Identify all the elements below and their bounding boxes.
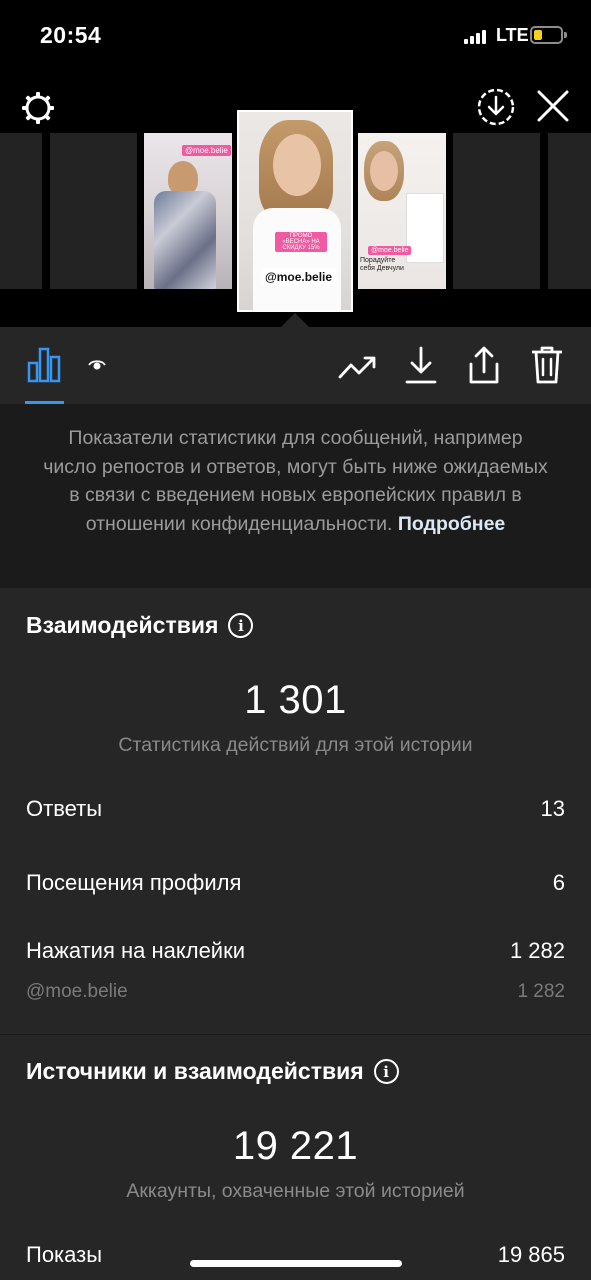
interactions-total: 1 301 bbox=[244, 678, 347, 722]
selection-pointer bbox=[281, 313, 309, 327]
home-indicator[interactable] bbox=[190, 1260, 402, 1267]
stat-label: Нажатия на наклейки bbox=[26, 938, 246, 963]
thumbnail-tag: @moe.belie bbox=[182, 145, 231, 156]
interactions-title: Взаимодействия bbox=[26, 612, 219, 638]
gear-icon[interactable] bbox=[18, 88, 58, 128]
privacy-notice: Показатели статистики для сообщений, нап… bbox=[0, 404, 591, 588]
story-thumbnail[interactable]: @moe.belie bbox=[144, 133, 232, 289]
stat-value: 1 282 bbox=[517, 981, 565, 1002]
stat-label: @moe.belie bbox=[26, 981, 128, 1002]
discovery-section-title: Источники и взаимодействия i bbox=[26, 1058, 399, 1085]
stat-label: Ответы bbox=[26, 796, 103, 821]
download-icon[interactable] bbox=[400, 341, 442, 389]
thumbnail-caption: Порадуйте себя Девчули bbox=[360, 257, 404, 272]
info-icon[interactable]: i bbox=[228, 613, 254, 638]
story-thumbnail[interactable] bbox=[50, 133, 137, 289]
insights-panel: Взаимодействия i 1 301 Статистика действ… bbox=[0, 588, 591, 1280]
section-divider bbox=[0, 1034, 591, 1035]
stat-row-replies: Ответы 13 bbox=[26, 796, 565, 822]
discovery-total: 19 221 bbox=[232, 1124, 359, 1168]
story-thumbnail[interactable] bbox=[0, 133, 42, 289]
bar-chart-icon[interactable] bbox=[22, 343, 66, 387]
story-thumbnails: @moe.belie ПРОМО «ВЕСНА» НА СКИДКУ 15% @… bbox=[0, 110, 591, 313]
story-thumbnail-selected[interactable]: ПРОМО «ВЕСНА» НА СКИДКУ 15% @moe.belie bbox=[237, 110, 353, 312]
thumbnail-tag: ПРОМО «ВЕСНА» НА СКИДКУ 15% bbox=[275, 232, 327, 252]
learn-more-link[interactable]: Подробнее bbox=[398, 513, 505, 535]
interactions-caption: Статистика действий для этой истории bbox=[118, 734, 473, 756]
stat-value: 1 282 bbox=[509, 938, 565, 963]
insights-toolbar bbox=[0, 327, 591, 404]
share-icon[interactable] bbox=[462, 341, 506, 389]
discovery-title: Источники и взаимодействия bbox=[26, 1058, 364, 1084]
promote-icon[interactable] bbox=[336, 345, 380, 389]
stat-label: Посещения профиля bbox=[26, 870, 242, 895]
stat-value: 6 bbox=[552, 870, 565, 895]
status-time: 20:54 bbox=[40, 22, 102, 48]
stat-row-profile-visits: Посещения профиля 6 bbox=[26, 870, 565, 896]
thumbnail-tag: @moe.belie bbox=[368, 246, 412, 255]
info-icon[interactable]: i bbox=[373, 1059, 399, 1084]
network-label: LTE bbox=[496, 25, 529, 45]
stat-label: Показы bbox=[26, 1242, 103, 1267]
status-bar: 20:54 LTE bbox=[0, 0, 591, 74]
interactions-section-title: Взаимодействия i bbox=[26, 612, 254, 639]
story-thumbnail[interactable] bbox=[548, 133, 591, 289]
download-circle-icon[interactable] bbox=[475, 86, 517, 128]
discovery-caption: Аккаунты, охваченные этой историей bbox=[126, 1180, 465, 1202]
stat-value: 13 bbox=[540, 796, 565, 821]
signal-icon bbox=[464, 30, 490, 44]
stat-value: 19 865 bbox=[497, 1242, 565, 1267]
close-icon[interactable] bbox=[533, 86, 573, 126]
story-thumbnail[interactable]: @moe.belie Порадуйте себя Девчули bbox=[358, 133, 446, 289]
eye-icon[interactable] bbox=[85, 355, 109, 375]
stat-row-sticker-taps: Нажатия на наклейки 1 282 bbox=[26, 938, 565, 964]
battery-icon bbox=[530, 26, 567, 44]
story-thumbnail[interactable] bbox=[453, 133, 540, 289]
thumbnail-handle: @moe.belie bbox=[261, 268, 337, 286]
trash-icon[interactable] bbox=[525, 341, 569, 389]
stat-row-mention-sticker: @moe.belie 1 282 bbox=[26, 981, 565, 1003]
